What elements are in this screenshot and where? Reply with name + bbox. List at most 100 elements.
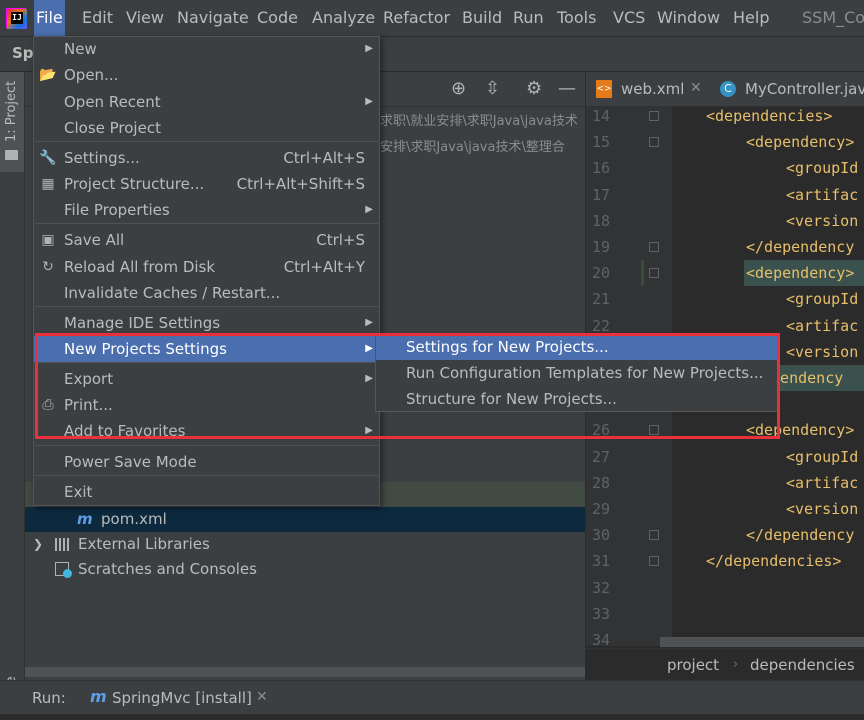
menu-window[interactable]: Window <box>655 0 722 36</box>
breadcrumb-dependencies[interactable]: dependencies <box>750 656 855 674</box>
tree-row-pom[interactable]: m pom.xml <box>25 507 585 532</box>
code-line[interactable]: <artifac <box>786 182 858 208</box>
menu-build[interactable]: Build <box>460 0 504 36</box>
code-line[interactable]: <groupId <box>786 286 858 312</box>
code-line[interactable]: <artifac <box>786 313 858 339</box>
code-line[interactable]: <dependencies> <box>706 103 832 129</box>
gear-icon[interactable]: ⚙ <box>526 79 542 99</box>
reload-icon: ↻ <box>42 259 54 275</box>
project-structure-icon: ▦ <box>41 176 55 192</box>
code-line[interactable]: </dependency <box>746 234 854 260</box>
line-number: 19 <box>591 238 610 256</box>
menu-item-shortcut: Ctrl+Alt+Y <box>283 258 365 276</box>
fold-marker-icon[interactable] <box>649 242 659 252</box>
menu-edit[interactable]: Edit <box>80 0 115 36</box>
menu-item-project-structure[interactable]: ▦ Project Structure... Ctrl+Alt+Shift+S <box>34 171 379 197</box>
annotation-highlight-box <box>35 333 780 439</box>
close-run-tab-icon[interactable]: ✕ <box>256 689 268 705</box>
collapse-all-icon[interactable]: ⇳ <box>485 79 500 99</box>
fold-marker-icon[interactable] <box>649 530 659 540</box>
menu-tools[interactable]: Tools <box>555 0 598 36</box>
code-line[interactable]: <dependency> <box>746 129 854 155</box>
project-tool-tab[interactable]: 1: Project <box>0 72 24 172</box>
menu-analyze[interactable]: Analyze <box>310 0 377 36</box>
fold-marker-icon[interactable] <box>649 137 659 147</box>
chevron-right-icon[interactable]: ❯ <box>33 532 43 557</box>
menu-separator <box>35 141 378 142</box>
code-line[interactable]: </dependencies> <box>706 548 841 574</box>
code-line[interactable]: <version <box>786 496 858 522</box>
locate-icon[interactable]: ⊕ <box>451 79 466 99</box>
fold-marker-icon[interactable] <box>649 111 659 121</box>
menu-run[interactable]: Run <box>511 0 546 36</box>
run-tool-bar: Run: m SpringMvc [install] ✕ <box>0 680 864 715</box>
tab-mycontroller[interactable]: MyController.jav <box>745 80 864 98</box>
code-line[interactable]: <groupId <box>786 444 858 470</box>
line-number: 15 <box>591 133 610 151</box>
project-path-1: 求职\就业安排\求职Java\java技术 <box>380 114 578 129</box>
breadcrumb-separator-icon: › <box>733 657 739 672</box>
menu-item-file-properties[interactable]: File Properties ▶ <box>34 197 379 223</box>
menu-item-open[interactable]: 📂 Open... <box>34 62 379 88</box>
library-icon <box>55 538 71 551</box>
menu-item-label: Exit <box>64 483 93 501</box>
menu-separator <box>35 306 378 307</box>
line-number: 18 <box>591 212 610 230</box>
menu-item-exit[interactable]: Exit <box>34 479 379 505</box>
tree-row-scratches[interactable]: Scratches and Consoles <box>25 557 585 582</box>
line-number: 27 <box>591 448 610 466</box>
code-line[interactable]: <artifac <box>786 470 858 496</box>
code-line[interactable]: <version <box>786 339 858 365</box>
menu-item-label: Open Recent <box>64 93 161 111</box>
tree-row-external-libraries[interactable]: ❯ External Libraries <box>25 532 585 557</box>
project-path-2: 安排\求职Java\java技术\整理合 <box>380 140 565 155</box>
tab-web-xml[interactable]: web.xml <box>621 80 684 98</box>
breadcrumb-project[interactable]: project <box>667 656 719 674</box>
menu-refactor[interactable]: Refactor <box>381 0 452 36</box>
run-config-tab[interactable]: SpringMvc [install] <box>112 689 252 707</box>
tree-label: pom.xml <box>101 510 167 528</box>
folder-open-icon: 📂 <box>39 67 57 83</box>
menu-item-label: Project Structure... <box>64 175 205 193</box>
tree-label: Scratches and Consoles <box>78 560 257 578</box>
menu-item-label: Invalidate Caches / Restart... <box>64 284 281 302</box>
menu-item-save-all[interactable]: ▣ Save All Ctrl+S <box>34 227 379 253</box>
code-line[interactable]: <groupId <box>786 155 858 181</box>
menu-vcs[interactable]: VCS <box>611 0 647 36</box>
menu-view[interactable]: View <box>124 0 166 36</box>
line-number: 28 <box>591 474 610 492</box>
menu-item-settings[interactable]: 🔧 Settings... Ctrl+Alt+S <box>34 145 379 171</box>
menu-item-label: File Properties <box>64 201 170 219</box>
menu-help[interactable]: Help <box>731 0 771 36</box>
submenu-arrow-icon: ▶ <box>365 204 373 215</box>
project-tab-label: 1: Project <box>4 80 19 142</box>
editor-scrollbar[interactable] <box>660 637 864 647</box>
class-icon: C <box>720 81 736 97</box>
menu-item-label: Save All <box>64 231 125 249</box>
line-number: 30 <box>591 526 610 544</box>
menu-item-invalidate-caches-restart[interactable]: Invalidate Caches / Restart... <box>34 280 379 306</box>
menu-item-shortcut: Ctrl+Alt+Shift+S <box>236 175 365 193</box>
menu-item-label: New <box>64 40 97 58</box>
horizontal-scrollbar[interactable] <box>25 667 585 677</box>
run-label: Run: <box>32 689 66 707</box>
line-number: 31 <box>591 552 610 570</box>
menu-item-open-recent[interactable]: Open Recent ▶ <box>34 89 379 115</box>
minimize-icon[interactable]: — <box>558 79 576 99</box>
menu-item-new[interactable]: New ▶ <box>34 36 379 62</box>
menu-code[interactable]: Code <box>255 0 300 36</box>
close-tab-icon[interactable]: ✕ <box>690 80 702 96</box>
menu-file[interactable]: File <box>34 0 65 36</box>
fold-marker-icon[interactable] <box>649 268 659 278</box>
window-title: SSM_Co <box>802 8 864 27</box>
menu-item-close-project[interactable]: Close Project <box>34 115 379 141</box>
code-line[interactable]: <version <box>786 208 858 234</box>
menu-item-power-save-mode[interactable]: Power Save Mode <box>34 449 379 475</box>
menu-item-reload-all-from-disk[interactable]: ↻ Reload All from Disk Ctrl+Alt+Y <box>34 254 379 280</box>
code-line[interactable]: </dependency <box>746 522 854 548</box>
menu-item-shortcut: Ctrl+S <box>316 231 365 249</box>
fold-marker-icon[interactable] <box>649 556 659 566</box>
code-line[interactable]: <dependency> <box>746 260 854 286</box>
line-number: 17 <box>591 186 610 204</box>
menu-navigate[interactable]: Navigate <box>175 0 251 36</box>
